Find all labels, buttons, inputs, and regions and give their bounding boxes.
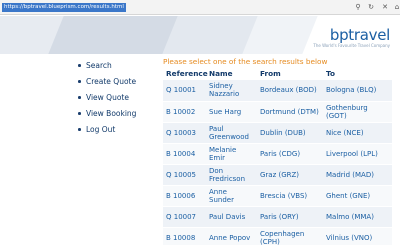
home-icon[interactable]: ⌂ — [392, 2, 400, 13]
column-header-name: Name — [209, 69, 233, 78]
page: https://bptravel.blueprism.com/results.h… — [0, 0, 400, 245]
nav-item-label[interactable]: View Booking — [86, 109, 136, 118]
instruction-text: Please select one of the search results … — [163, 57, 328, 66]
nav-item-label[interactable]: View Quote — [86, 93, 129, 102]
bullet-icon — [78, 112, 81, 115]
url-field[interactable]: https://bptravel.blueprism.com/results.h… — [2, 3, 126, 12]
reference-cell[interactable]: Q 10003 — [163, 122, 206, 144]
name-cell: Paul Greenwood — [206, 122, 257, 144]
logo[interactable]: bptravel — [330, 26, 390, 44]
reference-cell[interactable]: Q 10005 — [163, 164, 206, 186]
nav-item-label[interactable]: Log Out — [86, 125, 115, 134]
column-header-reference: Reference — [166, 69, 208, 78]
table-row[interactable]: B 10002 Sue Harg Dortmund (DTM) Gothenbu… — [163, 101, 392, 123]
name-cell: Sue Harg — [206, 101, 257, 123]
reference-cell[interactable]: B 10008 — [163, 227, 206, 245]
to-cell: Gothenburg (GOT) — [323, 101, 392, 123]
side-nav: Search Create Quote View Quote View Book… — [78, 61, 158, 141]
results-table: Reference Name From To Q 10001 Sidney Na… — [163, 67, 392, 245]
search-icon[interactable]: ⚲ — [353, 2, 363, 13]
table-row[interactable]: B 10008 Anne Popov Copenhagen (CPH) Viln… — [163, 227, 392, 245]
to-cell: Liverpool (LPL) — [323, 143, 392, 165]
refresh-icon[interactable]: ↻ — [366, 2, 376, 13]
name-cell: Sidney Nazzario — [206, 80, 257, 102]
table-header-row: Reference Name From To — [163, 67, 392, 80]
bullet-icon — [78, 128, 81, 131]
nav-item-log-out[interactable]: Log Out — [78, 125, 158, 141]
reference-cell[interactable]: B 10004 — [163, 143, 206, 165]
table-row[interactable]: Q 10003 Paul Greenwood Dublin (DUB) Nice… — [163, 122, 392, 144]
reference-cell[interactable]: B 10002 — [163, 101, 206, 123]
from-cell: Brescia (VBS) — [257, 185, 323, 207]
nav-item-view-quote[interactable]: View Quote — [78, 93, 158, 109]
to-cell: Ghent (GNE) — [323, 185, 392, 207]
table-row[interactable]: Q 10007 Paul Davis Paris (ORY) Malmo (MM… — [163, 206, 392, 228]
table-row[interactable]: Q 10001 Sidney Nazzario Bordeaux (BOD) B… — [163, 80, 392, 102]
bullet-icon — [78, 80, 81, 83]
header-banner: bptravel The World's Favourite Travel Co… — [0, 16, 400, 54]
browser-address-bar: https://bptravel.blueprism.com/results.h… — [0, 0, 400, 15]
name-cell: Anne Sunder — [206, 185, 257, 207]
column-header-from: From — [260, 69, 281, 78]
name-cell: Melanie Emir — [206, 143, 257, 165]
column-header-to: To — [326, 69, 336, 78]
close-icon[interactable]: ✕ — [380, 2, 390, 13]
table-row[interactable]: B 10004 Melanie Emir Paris (CDG) Liverpo… — [163, 143, 392, 165]
from-cell: Dublin (DUB) — [257, 122, 323, 144]
from-cell: Copenhagen (CPH) — [257, 227, 323, 245]
from-cell: Paris (CDG) — [257, 143, 323, 165]
to-cell: Malmo (MMA) — [323, 206, 392, 228]
from-cell: Graz (GRZ) — [257, 164, 323, 186]
table-row[interactable]: B 10006 Anne Sunder Brescia (VBS) Ghent … — [163, 185, 392, 207]
bullet-icon — [78, 64, 81, 67]
reference-cell[interactable]: Q 10007 — [163, 206, 206, 228]
from-cell: Dortmund (DTM) — [257, 101, 323, 123]
nav-item-search[interactable]: Search — [78, 61, 158, 77]
table-row[interactable]: Q 10005 Don Fredricson Graz (GRZ) Madrid… — [163, 164, 392, 186]
from-cell: Paris (ORY) — [257, 206, 323, 228]
nav-item-view-booking[interactable]: View Booking — [78, 109, 158, 125]
to-cell: Nice (NCE) — [323, 122, 392, 144]
to-cell: Vilnius (VNO) — [323, 227, 392, 245]
nav-item-create-quote[interactable]: Create Quote — [78, 77, 158, 93]
to-cell: Madrid (MAD) — [323, 164, 392, 186]
name-cell: Don Fredricson — [206, 164, 257, 186]
nav-item-label[interactable]: Search — [86, 61, 112, 70]
name-cell: Anne Popov — [206, 227, 257, 245]
reference-cell[interactable]: Q 10001 — [163, 80, 206, 102]
to-cell: Bologna (BLQ) — [323, 80, 392, 102]
reference-cell[interactable]: B 10006 — [163, 185, 206, 207]
from-cell: Bordeaux (BOD) — [257, 80, 323, 102]
tagline: The World's Favourite Travel Company — [313, 43, 390, 48]
nav-item-label[interactable]: Create Quote — [86, 77, 136, 86]
name-cell: Paul Davis — [206, 206, 257, 228]
bullet-icon — [78, 96, 81, 99]
